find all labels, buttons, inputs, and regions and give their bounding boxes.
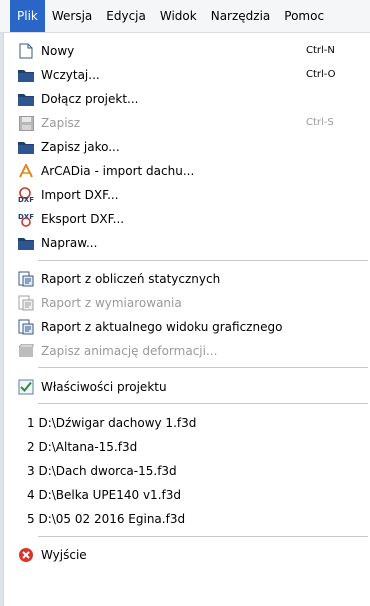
- menu-plik-label: Plik: [17, 9, 38, 23]
- menu-separator: [38, 536, 368, 537]
- recent-file-5[interactable]: 5 D:\05 02 2016 Egina.f3d: [4, 507, 370, 531]
- menu-narzedzia[interactable]: Narzędzia: [204, 0, 278, 32]
- menu-item-import-dxf-label: Import DXF...: [41, 188, 119, 202]
- menu-item-attach-project-label: Dołącz projekt...: [41, 92, 139, 106]
- menu-wersja[interactable]: Wersja: [45, 0, 99, 32]
- repair-folder-icon: [18, 235, 34, 251]
- menu-separator: [38, 403, 368, 404]
- menu-item-project-properties[interactable]: Właściwości projektu: [4, 375, 370, 399]
- recent-file-2[interactable]: 2 D:\Altana-15.f3d: [4, 435, 370, 459]
- recent-file-label: 4 D:\Belka UPE140 v1.f3d: [27, 488, 181, 502]
- menu-pomoc[interactable]: Pomoc: [277, 0, 331, 32]
- exit-icon: [18, 547, 34, 563]
- menu-widok-label: Widok: [159, 9, 197, 23]
- menu-widok[interactable]: Widok: [153, 0, 204, 32]
- recent-file-label: 1 D:\Dźwigar dachowy 1.f3d: [27, 416, 197, 430]
- menu-item-open-shortcut: Ctrl-O: [306, 69, 336, 80]
- menu-item-report-static[interactable]: Raport z obliczeń statycznych: [4, 267, 370, 291]
- menu-item-repair[interactable]: Napraw...: [4, 231, 370, 255]
- report-icon: [18, 271, 34, 287]
- menu-item-open[interactable]: Wczytaj... Ctrl-O: [4, 63, 370, 87]
- file-menu-dropdown: Nowy Ctrl-N Wczytaj... Ctrl-O Dołącz pro…: [3, 33, 370, 606]
- menu-item-exit[interactable]: Wyjście: [4, 543, 370, 567]
- menu-separator: [38, 367, 368, 368]
- menu-item-save[interactable]: Zapisz Ctrl-S: [4, 111, 370, 135]
- recent-file-4[interactable]: 4 D:\Belka UPE140 v1.f3d: [4, 483, 370, 507]
- menu-edycja-label: Edycja: [106, 9, 146, 23]
- menu-wersja-label: Wersja: [51, 9, 93, 23]
- report-icon: [18, 319, 34, 335]
- menu-item-report-current-view[interactable]: Raport z aktualnego widoku graficznego: [4, 315, 370, 339]
- dxf-export-icon: DXF: [18, 211, 34, 227]
- menu-edycja[interactable]: Edycja: [99, 0, 153, 32]
- menu-item-repair-label: Napraw...: [41, 236, 98, 250]
- menu-item-report-current-view-label: Raport z aktualnego widoku graficznego: [41, 320, 283, 334]
- menu-item-project-properties-label: Właściwości projektu: [41, 380, 167, 394]
- menu-item-save-as-label: Zapisz jako...: [41, 140, 120, 154]
- save-icon: [18, 115, 34, 131]
- menu-item-new[interactable]: Nowy Ctrl-N: [4, 39, 370, 63]
- menu-item-save-animation[interactable]: Zapisz animację deformacji...: [4, 339, 370, 363]
- menu-item-arcadia-import-label: ArCADia - import dachu...: [41, 164, 195, 178]
- menu-item-new-shortcut: Ctrl-N: [306, 45, 335, 56]
- menu-item-arcadia-import[interactable]: ArCADia - import dachu...: [4, 159, 370, 183]
- menu-item-report-dimensioning[interactable]: Raport z wymiarowania: [4, 291, 370, 315]
- recent-file-label: 2 D:\Altana-15.f3d: [27, 440, 138, 454]
- attach-folder-icon: [18, 91, 34, 107]
- menu-item-save-label: Zapisz: [41, 116, 81, 130]
- new-file-icon: [18, 43, 34, 59]
- menu-item-save-animation-label: Zapisz animację deformacji...: [41, 344, 218, 358]
- menu-item-save-shortcut: Ctrl-S: [306, 117, 334, 128]
- dxf-import-icon: DXF: [18, 187, 34, 203]
- menu-narzedzia-label: Narzędzia: [210, 9, 271, 23]
- arcadia-icon: [18, 163, 34, 179]
- save-as-icon: [18, 139, 34, 155]
- recent-file-3[interactable]: 3 D:\Dach dworca-15.f3d: [4, 459, 370, 483]
- checkmark-icon: [18, 379, 34, 395]
- menu-item-attach-project[interactable]: Dołącz projekt...: [4, 87, 370, 111]
- open-folder-icon: [18, 67, 34, 83]
- svg-text:DXF: DXF: [18, 213, 34, 221]
- menu-item-open-label: Wczytaj...: [41, 68, 100, 82]
- menu-pomoc-label: Pomoc: [284, 9, 325, 23]
- menu-item-report-dimensioning-label: Raport z wymiarowania: [41, 296, 182, 310]
- report-icon: [18, 295, 34, 311]
- animation-icon: [18, 343, 34, 359]
- menu-plik[interactable]: Plik: [10, 0, 45, 32]
- menu-item-new-label: Nowy: [41, 44, 75, 58]
- menu-item-save-as[interactable]: Zapisz jako...: [4, 135, 370, 159]
- menu-item-exit-label: Wyjście: [41, 548, 87, 562]
- menu-item-report-static-label: Raport z obliczeń statycznych: [41, 272, 221, 286]
- recent-file-label: 5 D:\05 02 2016 Egina.f3d: [27, 512, 186, 526]
- menu-item-export-dxf-label: Eksport DXF...: [41, 212, 125, 226]
- recent-file-1[interactable]: 1 D:\Dźwigar dachowy 1.f3d: [4, 411, 370, 435]
- svg-text:DXF: DXF: [18, 196, 34, 203]
- recent-file-label: 3 D:\Dach dworca-15.f3d: [27, 464, 177, 478]
- menubar: Plik Wersja Edycja Widok Narzędzia Pomoc: [0, 0, 370, 33]
- menu-item-export-dxf[interactable]: DXF Eksport DXF...: [4, 207, 370, 231]
- menu-item-import-dxf[interactable]: DXF Import DXF...: [4, 183, 370, 207]
- menu-separator: [38, 260, 368, 261]
